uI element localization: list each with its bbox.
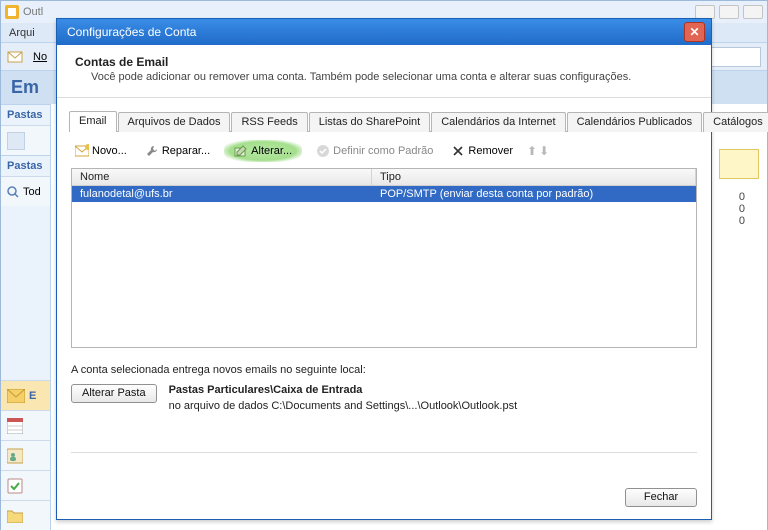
row-name: fulanodetal@ufs.br [72, 186, 372, 202]
close-button[interactable]: Fechar [625, 488, 697, 507]
menu-arquivo[interactable]: Arqui [9, 27, 35, 39]
app-icon [5, 5, 19, 19]
move-arrows: ⬆ ⬇ [527, 144, 549, 158]
bg-yellow-box [719, 149, 759, 179]
set-default-button[interactable]: Definir como Padrão [312, 142, 437, 160]
minimize-button[interactable] [695, 5, 715, 19]
tasks-icon [7, 478, 23, 494]
tab-calendarios-publicados[interactable]: Calendários Publicados [567, 112, 703, 132]
default-label: Definir como Padrão [333, 145, 433, 157]
tab-sharepoint[interactable]: Listas do SharePoint [309, 112, 431, 132]
col-header-name[interactable]: Nome [72, 169, 372, 185]
new-account-button[interactable]: Novo... [71, 142, 131, 160]
nav-pastas-1[interactable]: Pastas [1, 104, 50, 125]
toolbar-new-icon[interactable] [7, 48, 27, 66]
header-title: Contas de Email [75, 55, 693, 69]
repair-label: Reparar... [162, 145, 210, 157]
list-header: Nome Tipo [72, 169, 696, 186]
account-row[interactable]: fulanodetal@ufs.br POP/SMTP (enviar dest… [72, 186, 696, 202]
nav-item[interactable] [1, 125, 50, 155]
nav-email-section[interactable]: E [1, 380, 50, 410]
close-main-button[interactable] [743, 5, 763, 19]
change-account-button[interactable]: Alterar... [224, 140, 302, 162]
dialog-close-button[interactable]: ✕ [684, 22, 705, 42]
tab-calendarios-internet[interactable]: Calendários da Internet [431, 112, 565, 132]
nav-pane: Pastas Pastas Tod E [1, 104, 51, 530]
edit-icon [234, 144, 248, 158]
tab-catalogos[interactable]: Catálogos [703, 112, 768, 132]
nav-contacts-section[interactable] [1, 440, 50, 470]
arrow-up-icon[interactable]: ⬆ [527, 144, 537, 158]
change-folder-button[interactable]: Alterar Pasta [71, 384, 157, 403]
nav-email-label: E [29, 390, 36, 402]
main-title-text: Outl [23, 6, 43, 18]
dialog-footer: Fechar [57, 478, 711, 519]
remove-label: Remover [468, 145, 513, 157]
row-type: POP/SMTP (enviar desta conta por padrão) [372, 186, 696, 202]
col-header-type[interactable]: Tipo [372, 169, 696, 185]
tab-strip: Email Arquivos de Dados RSS Feeds Listas… [69, 110, 699, 132]
maximize-button[interactable] [719, 5, 739, 19]
nav-tod-label: Tod [23, 186, 41, 198]
tab-arquivos-dados[interactable]: Arquivos de Dados [118, 112, 231, 132]
mail-new-icon [75, 144, 89, 158]
bg-zero-3: 0 [739, 215, 745, 227]
arrow-down-icon[interactable]: ⬇ [539, 144, 549, 158]
change-label: Alterar... [251, 145, 292, 157]
nav-tasks-section[interactable] [1, 470, 50, 500]
dialog-header: Contas de Email Você pode adicionar ou r… [57, 45, 711, 98]
search-icon [7, 186, 19, 198]
delivery-location: Pastas Particulares\Caixa de Entrada [169, 384, 363, 396]
mail-icon [7, 389, 25, 403]
close-icon: ✕ [689, 26, 699, 38]
bg-zero-2: 0 [739, 203, 745, 215]
delivery-intro: A conta selecionada entrega novos emails… [71, 364, 697, 376]
contacts-icon [7, 448, 23, 464]
dialog-title-bar: Configurações de Conta ✕ [57, 19, 711, 45]
nav-tod[interactable]: Tod [1, 176, 50, 206]
delivery-file: no arquivo de dados C:\Documents and Set… [169, 400, 518, 412]
folder-icon [7, 509, 23, 523]
new-label: Novo... [92, 145, 127, 157]
repair-account-button[interactable]: Reparar... [141, 142, 214, 160]
tab-email[interactable]: Email [69, 111, 117, 132]
tab-rss-feeds[interactable]: RSS Feeds [231, 112, 307, 132]
remove-account-button[interactable]: Remover [447, 142, 517, 160]
account-settings-dialog: Configurações de Conta ✕ Contas de Email… [56, 18, 712, 520]
menu-novo[interactable]: No [33, 51, 47, 63]
nav-pastas-2[interactable]: Pastas [1, 155, 50, 176]
accounts-list: Nome Tipo fulanodetal@ufs.br POP/SMTP (e… [71, 168, 697, 348]
accounts-toolbar: Novo... Reparar... Alterar... Definir co… [57, 132, 711, 168]
check-circle-icon [316, 144, 330, 158]
calendar-icon [7, 418, 23, 434]
wrench-icon [145, 144, 159, 158]
nav-more-section[interactable] [1, 500, 50, 530]
delete-icon [451, 144, 465, 158]
nav-calendar-section[interactable] [1, 410, 50, 440]
header-description: Você pode adicionar ou remover uma conta… [91, 71, 693, 83]
bg-zero-1: 0 [739, 191, 745, 203]
dialog-title-text: Configurações de Conta [67, 25, 196, 39]
delivery-section: A conta selecionada entrega novos emails… [57, 348, 711, 457]
